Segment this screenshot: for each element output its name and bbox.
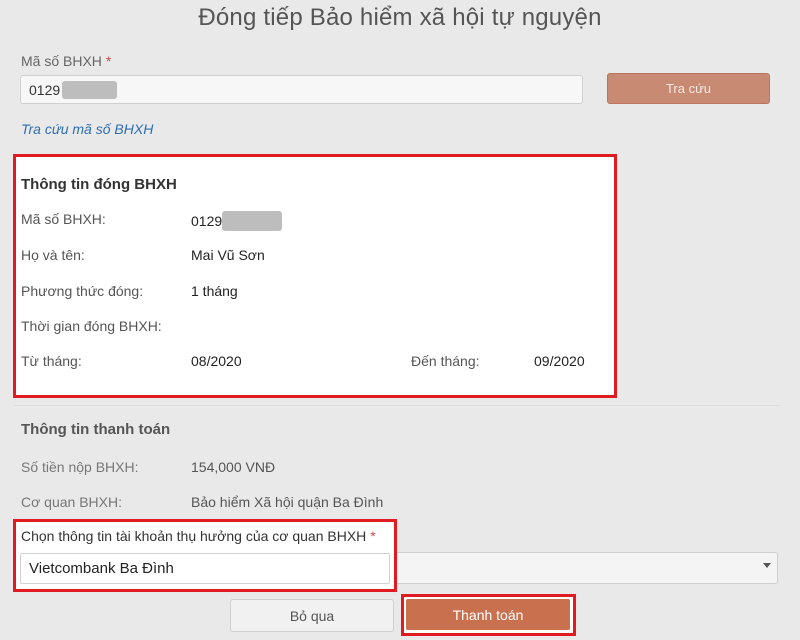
to-month-label: Đến tháng:	[411, 353, 480, 369]
amount-label: Số tiền nộp BHXH:	[21, 459, 139, 475]
skip-button[interactable]: Bỏ qua	[230, 599, 394, 632]
to-month-value: 09/2020	[534, 353, 585, 369]
redacted-mask	[222, 211, 283, 231]
lookup-code-link[interactable]: Tra cứu mã số BHXH	[21, 121, 153, 137]
section-divider	[13, 405, 780, 406]
bhxh-code-label-text: Mã số BHXH	[21, 53, 102, 69]
row-code-value-text: 0129	[191, 213, 223, 229]
agency-value: Bảo hiểm Xã hội quận Ba Đình	[191, 494, 384, 510]
account-select-label: Chọn thông tin tài khoản thụ hưởng của c…	[21, 528, 376, 544]
amount-value: 154,000 VNĐ	[191, 459, 276, 475]
pay-button[interactable]: Thanh toán	[406, 599, 570, 630]
required-mark: *	[370, 528, 376, 544]
row-method-label: Phương thức đóng:	[21, 283, 144, 299]
payment-dialog: Đóng tiếp Bảo hiểm xã hội tự nguyện Mã s…	[0, 0, 800, 640]
from-month-value: 08/2020	[191, 353, 242, 369]
bhxh-code-label: Mã số BHXH *	[21, 53, 111, 69]
row-name-value: Mai Vũ Sơn	[191, 247, 265, 263]
contribution-info-title: Thông tin đóng BHXH	[21, 176, 177, 193]
redacted-mask	[62, 80, 118, 99]
row-code-value: 0129	[191, 211, 283, 231]
row-method-value: 1 tháng	[191, 283, 238, 299]
dialog-title: Đóng tiếp Bảo hiểm xã hội tự nguyện	[198, 4, 602, 31]
bhxh-code-input[interactable]: 0129	[20, 75, 583, 104]
row-code-label: Mã số BHXH:	[21, 211, 106, 227]
account-select[interactable]: Vietcombank Ba Đình	[20, 553, 390, 584]
payment-info-title: Thông tin thanh toán	[21, 421, 171, 438]
chevron-down-icon[interactable]	[763, 563, 771, 568]
bhxh-code-input-value: 0129	[29, 81, 61, 98]
row-period-label: Thời gian đóng BHXH:	[21, 318, 162, 334]
account-select-label-text: Chọn thông tin tài khoản thụ hưởng của c…	[21, 528, 367, 544]
from-month-label: Từ tháng:	[21, 353, 82, 369]
lookup-button[interactable]: Tra cứu	[607, 73, 770, 104]
required-mark: *	[105, 53, 112, 69]
row-name-label: Họ và tên:	[21, 247, 85, 263]
agency-label: Cơ quan BHXH:	[21, 494, 123, 510]
